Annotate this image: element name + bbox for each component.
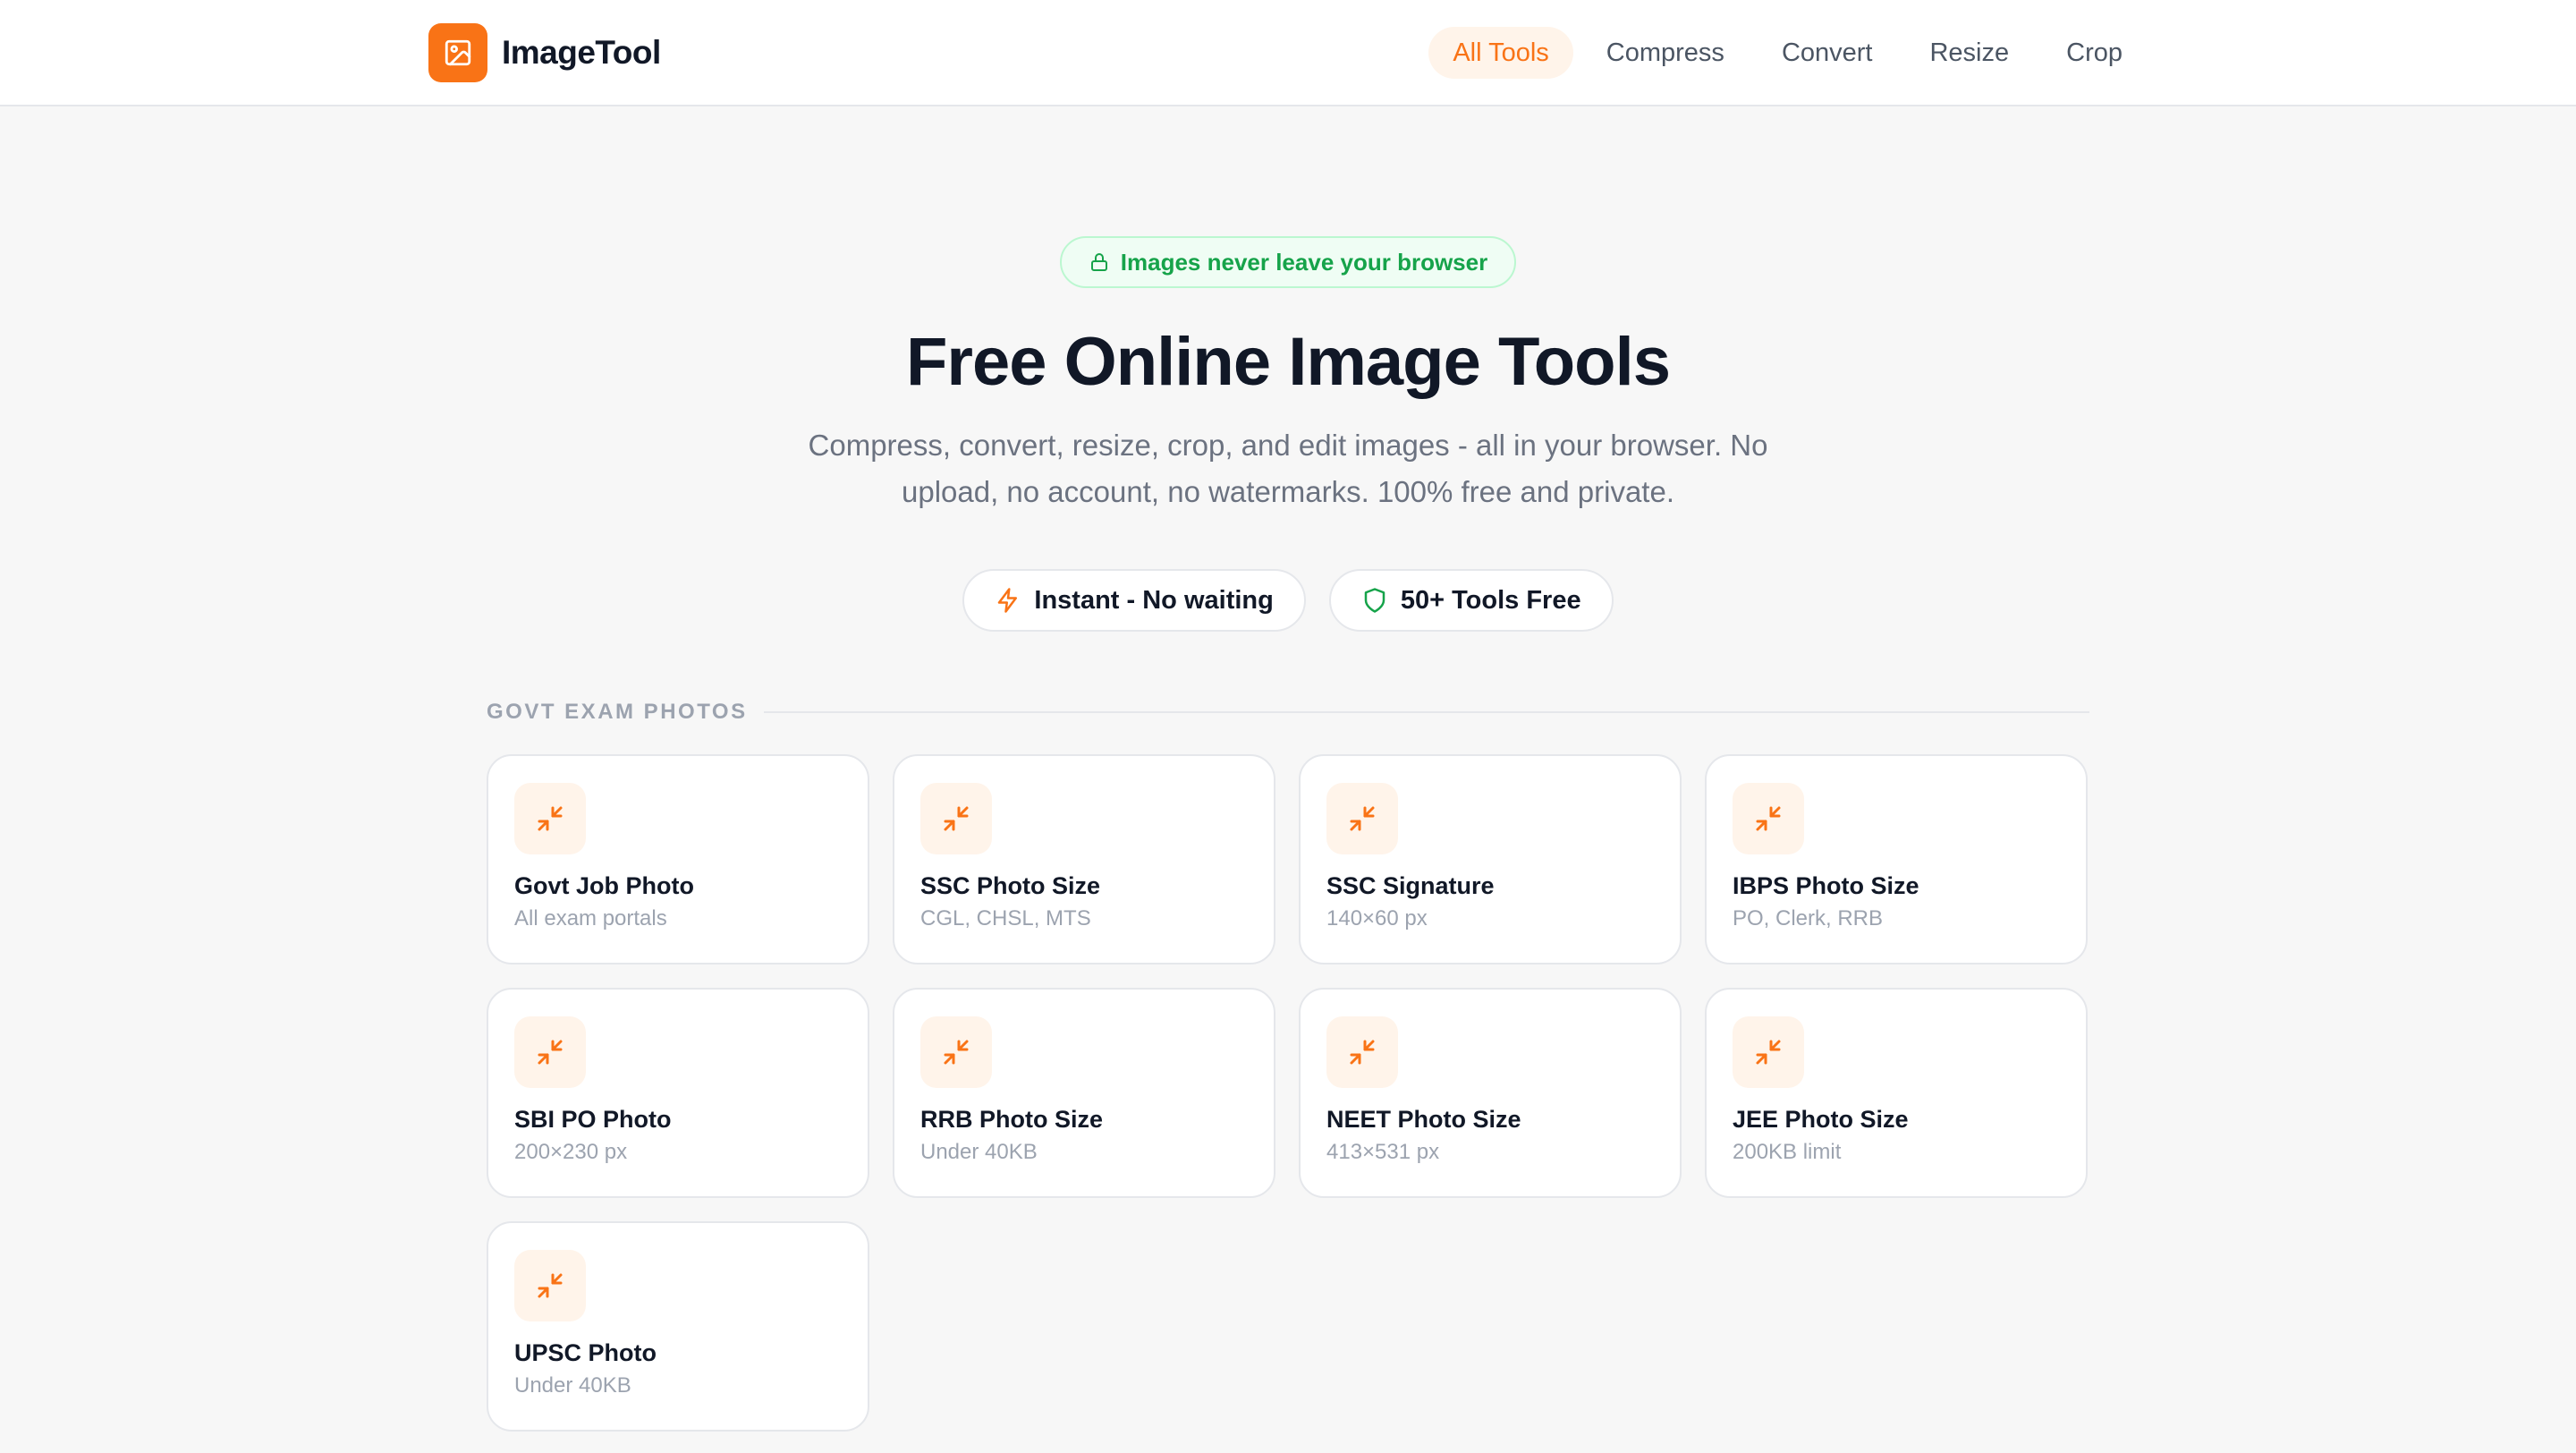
main-nav: All Tools Compress Convert Resize Crop (1428, 27, 2147, 79)
privacy-badge: Images never leave your browser (1059, 236, 1517, 288)
nav-item-resize[interactable]: Resize (1905, 27, 2033, 79)
brand-name: ImageTool (502, 34, 661, 71)
feature-pill-label: Instant - No waiting (1034, 585, 1274, 615)
nav-item-all-tools[interactable]: All Tools (1428, 27, 1573, 79)
compress-icon (1326, 783, 1398, 854)
compress-icon (1733, 783, 1804, 854)
compress-icon (1733, 1016, 1804, 1088)
page-subtitle: Compress, convert, resize, crop, and edi… (808, 429, 1768, 508)
privacy-badge-label: Images never leave your browser (1120, 248, 1488, 276)
compress-icon (514, 1016, 586, 1088)
tool-card-subtitle: All exam portals (514, 906, 667, 930)
tool-card[interactable]: Govt Job Photo All exam portals (487, 754, 869, 964)
tool-card-subtitle: 413×531 px (1326, 1140, 1440, 1164)
tool-card-title: SBI PO Photo (514, 1106, 672, 1133)
tool-card-subtitle: Under 40KB (920, 1140, 1038, 1164)
feature-pill-tools: 50+ Tools Free (1328, 569, 1614, 632)
tool-card[interactable]: NEET Photo Size 413×531 px (1299, 988, 1682, 1198)
compress-icon (920, 1016, 992, 1088)
image-icon (428, 23, 487, 82)
compress-icon (1326, 1016, 1398, 1088)
site-header: ImageTool All Tools Compress Convert Res… (0, 0, 2576, 106)
tool-card[interactable]: SSC Photo Size CGL, CHSL, MTS (893, 754, 1275, 964)
feature-pill-instant: Instant - No waiting (962, 569, 1306, 632)
tool-card-title: SSC Signature (1326, 872, 1495, 899)
nav-item-convert[interactable]: Convert (1758, 27, 1897, 79)
section-divider (763, 711, 2089, 713)
tool-card-title: RRB Photo Size (920, 1106, 1104, 1133)
tool-card-subtitle: CGL, CHSL, MTS (920, 906, 1091, 930)
brand[interactable]: ImageTool (428, 23, 661, 82)
compress-icon (514, 783, 586, 854)
tool-card[interactable]: RRB Photo Size Under 40KB (893, 988, 1275, 1198)
tool-card-title: NEET Photo Size (1326, 1106, 1521, 1133)
tool-card-subtitle: 200×230 px (514, 1140, 628, 1164)
page-title: Free Online Image Tools (905, 324, 1671, 400)
tool-card-grid: Govt Job Photo All exam portals SSC Photo … (487, 754, 2089, 1432)
tool-card[interactable]: UPSC Photo Under 40KB (487, 1221, 869, 1432)
compress-icon (514, 1250, 586, 1321)
tool-card-title: UPSC Photo (514, 1339, 657, 1366)
tool-card-subtitle: 140×60 px (1326, 906, 1428, 930)
nav-item-compress[interactable]: Compress (1582, 27, 1749, 79)
tool-card-subtitle: 200KB limit (1733, 1140, 1842, 1164)
hero-section: Images never leave your browser Free Onl… (0, 236, 2576, 632)
tool-card-subtitle: PO, Clerk, RRB (1733, 906, 1884, 930)
feature-pill-label: 50+ Tools Free (1400, 585, 1581, 615)
lock-icon (1090, 253, 1107, 271)
tool-card[interactable]: SSC Signature 140×60 px (1299, 754, 1682, 964)
tool-card-title: IBPS Photo Size (1733, 872, 1919, 899)
tool-card[interactable]: SBI PO Photo 200×230 px (487, 988, 869, 1198)
tool-card[interactable]: IBPS Photo Size PO, Clerk, RRB (1705, 754, 2088, 964)
tool-card-title: SSC Photo Size (920, 872, 1101, 899)
section-header: GOVT EXAM PHOTOS (487, 700, 2089, 725)
compress-icon (920, 783, 992, 854)
tool-card-subtitle: Under 40KB (514, 1373, 631, 1398)
section-title: GOVT EXAM PHOTOS (487, 700, 748, 724)
shield-icon (1364, 588, 1385, 613)
lightning-icon (998, 588, 1018, 613)
tool-card-title: Govt Job Photo (514, 872, 694, 899)
tool-card[interactable]: JEE Photo Size 200KB limit (1705, 988, 2088, 1198)
feature-pills: Instant - No waiting 50+ Tools Free (0, 569, 2576, 632)
nav-item-crop[interactable]: Crop (2042, 27, 2147, 79)
tool-card-title: JEE Photo Size (1733, 1106, 1909, 1133)
